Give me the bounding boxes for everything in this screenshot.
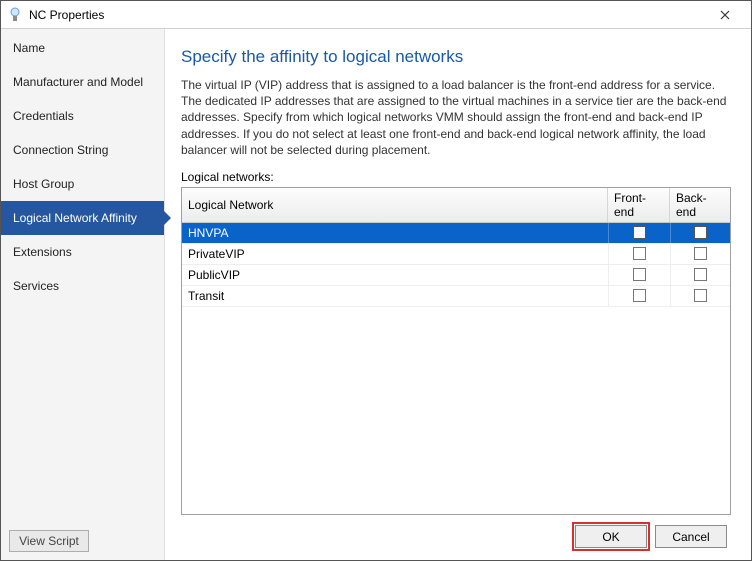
cell-name: PrivateVIP (182, 244, 608, 264)
close-icon[interactable] (705, 2, 745, 28)
cell-front (608, 265, 670, 285)
cell-front (608, 223, 670, 243)
sidebar-item-extensions[interactable]: Extensions (1, 235, 164, 269)
table-row[interactable]: PrivateVIP (182, 244, 730, 265)
cell-name: PublicVIP (182, 265, 608, 285)
table-row[interactable]: HNVPA (182, 223, 730, 244)
cell-back (670, 286, 730, 306)
sidebar-item-connection-string[interactable]: Connection String (1, 133, 164, 167)
cell-front (608, 244, 670, 264)
front-end-checkbox[interactable] (633, 247, 646, 260)
grid-header: Logical Network Front-end Back-end (182, 188, 730, 223)
cell-back (670, 265, 730, 285)
grid-body: HNVPAPrivateVIPPublicVIPTransit (182, 223, 730, 514)
sidebar-item-logical-network-affinity[interactable]: Logical Network Affinity (1, 201, 164, 235)
sidebar-item-services[interactable]: Services (1, 269, 164, 303)
page-description: The virtual IP (VIP) address that is ass… (181, 77, 731, 158)
sidebar-item-manufacturer-and-model[interactable]: Manufacturer and Model (1, 65, 164, 99)
back-end-checkbox[interactable] (694, 268, 707, 281)
cell-name: HNVPA (182, 223, 608, 243)
table-row[interactable]: Transit (182, 286, 730, 307)
window-title: NC Properties (29, 8, 705, 22)
column-header-name[interactable]: Logical Network (182, 188, 608, 222)
sidebar-item-host-group[interactable]: Host Group (1, 167, 164, 201)
sidebar: NameManufacturer and ModelCredentialsCon… (1, 29, 165, 560)
content-pane: Specify the affinity to logical networks… (165, 29, 751, 560)
back-end-checkbox[interactable] (694, 289, 707, 302)
back-end-checkbox[interactable] (694, 226, 707, 239)
column-header-front[interactable]: Front-end (608, 188, 670, 222)
dialog-body: NameManufacturer and ModelCredentialsCon… (1, 29, 751, 560)
back-end-checkbox[interactable] (694, 247, 707, 260)
cell-front (608, 286, 670, 306)
cell-name: Transit (182, 286, 608, 306)
front-end-checkbox[interactable] (633, 289, 646, 302)
page-heading: Specify the affinity to logical networks (181, 47, 731, 67)
sidebar-nav: NameManufacturer and ModelCredentialsCon… (1, 29, 164, 522)
front-end-checkbox[interactable] (633, 226, 646, 239)
ok-button[interactable]: OK (575, 525, 647, 548)
view-script-button[interactable]: View Script (9, 530, 89, 552)
cell-back (670, 223, 730, 243)
cancel-button[interactable]: Cancel (655, 525, 727, 548)
cell-back (670, 244, 730, 264)
list-label: Logical networks: (181, 170, 731, 184)
sidebar-item-name[interactable]: Name (1, 31, 164, 65)
logical-networks-grid: Logical Network Front-end Back-end HNVPA… (181, 187, 731, 515)
table-row[interactable]: PublicVIP (182, 265, 730, 286)
window-icon (7, 7, 23, 23)
column-header-back[interactable]: Back-end (670, 188, 730, 222)
titlebar: NC Properties (1, 1, 751, 29)
front-end-checkbox[interactable] (633, 268, 646, 281)
dialog-footer: OK Cancel (181, 515, 731, 550)
sidebar-item-credentials[interactable]: Credentials (1, 99, 164, 133)
